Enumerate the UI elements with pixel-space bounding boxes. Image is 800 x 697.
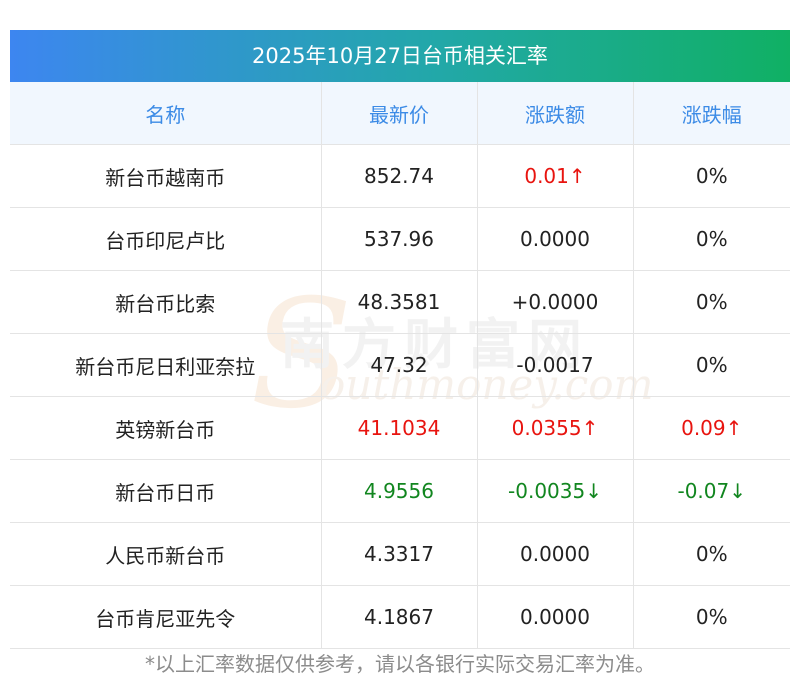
rate-table: 名称 最新价 涨跌额 涨跌幅 新台币越南币 852.74 0.01↑ 0% 台币印尼卢比… bbox=[10, 82, 790, 649]
currency-pair-name: 英镑新台币 bbox=[10, 396, 322, 460]
disclaimer-footnote: *以上汇率数据仅供参考，请以各银行实际交易汇率为准。 bbox=[145, 652, 655, 676]
change-amount: 0.0000 bbox=[477, 522, 634, 586]
header-price: 最新价 bbox=[321, 82, 478, 145]
change-percent: 0% bbox=[633, 333, 790, 397]
header-change: 涨跌额 bbox=[477, 82, 634, 145]
change-amount: 0.0000 bbox=[477, 207, 634, 271]
change-percent: 0% bbox=[633, 585, 790, 649]
currency-pair-name: 新台币日币 bbox=[10, 459, 322, 523]
change-amount: +0.0000 bbox=[477, 270, 634, 334]
latest-price: 4.9556 bbox=[321, 459, 478, 523]
change-amount: 0.01↑ bbox=[477, 144, 634, 208]
table-row: 人民币新台币 4.3317 0.0000 0% bbox=[10, 522, 790, 586]
change-amount: 0.0355↑ bbox=[477, 396, 634, 460]
change-amount: 0.0000 bbox=[477, 585, 634, 649]
currency-pair-name: 新台币比索 bbox=[10, 270, 322, 334]
table-row: 新台币日币 4.9556 -0.0035↓ -0.07↓ bbox=[10, 459, 790, 523]
latest-price: 47.32 bbox=[321, 333, 478, 397]
latest-price: 41.1034 bbox=[321, 396, 478, 460]
table-row: 新台币尼日利亚奈拉 47.32 -0.0017 0% bbox=[10, 333, 790, 397]
change-amount: -0.0035↓ bbox=[477, 459, 634, 523]
table-row: 新台币比索 48.3581 +0.0000 0% bbox=[10, 270, 790, 334]
currency-pair-name: 台币印尼卢比 bbox=[10, 207, 322, 271]
latest-price: 4.1867 bbox=[321, 585, 478, 649]
currency-pair-name: 人民币新台币 bbox=[10, 522, 322, 586]
table-title: 2025年10月27日台币相关汇率 bbox=[10, 30, 790, 82]
change-percent: 0% bbox=[633, 522, 790, 586]
change-percent: 0.09↑ bbox=[633, 396, 790, 460]
latest-price: 852.74 bbox=[321, 144, 478, 208]
table-row: 台币印尼卢比 537.96 0.0000 0% bbox=[10, 207, 790, 271]
change-amount: -0.0017 bbox=[477, 333, 634, 397]
currency-pair-name: 台币肯尼亚先令 bbox=[10, 585, 322, 649]
table-row: 英镑新台币 41.1034 0.0355↑ 0.09↑ bbox=[10, 396, 790, 460]
header-row: 名称 最新价 涨跌额 涨跌幅 bbox=[10, 82, 790, 145]
change-percent: -0.07↓ bbox=[633, 459, 790, 523]
latest-price: 4.3317 bbox=[321, 522, 478, 586]
header-change-percent: 涨跌幅 bbox=[633, 82, 790, 145]
table-row: 台币肯尼亚先令 4.1867 0.0000 0% bbox=[10, 585, 790, 649]
latest-price: 537.96 bbox=[321, 207, 478, 271]
header-name: 名称 bbox=[10, 82, 322, 145]
currency-pair-name: 新台币越南币 bbox=[10, 144, 322, 208]
change-percent: 0% bbox=[633, 144, 790, 208]
change-percent: 0% bbox=[633, 270, 790, 334]
latest-price: 48.3581 bbox=[321, 270, 478, 334]
change-percent: 0% bbox=[633, 207, 790, 271]
table-row: 新台币越南币 852.74 0.01↑ 0% bbox=[10, 144, 790, 208]
currency-pair-name: 新台币尼日利亚奈拉 bbox=[10, 333, 322, 397]
rate-table-card: 2025年10月27日台币相关汇率 名称 最新价 涨跌额 涨跌幅 新台币越南币 8… bbox=[10, 30, 790, 649]
